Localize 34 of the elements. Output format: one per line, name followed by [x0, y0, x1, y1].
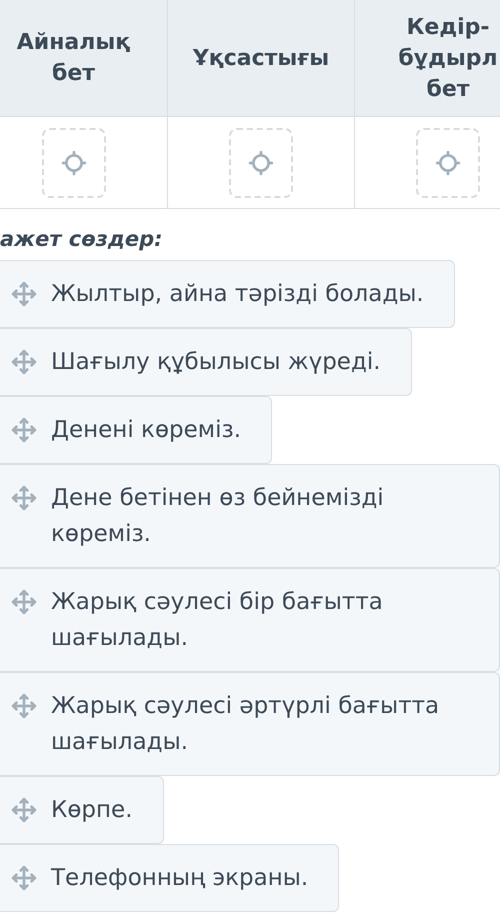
word-card[interactable]: Дене бетінен өз бейнемізді көреміз. [0, 464, 500, 568]
word-card-text: Жылтыр, айна тәрізді болады. [51, 280, 424, 309]
word-bank-heading: ажет сөздер: [0, 226, 164, 252]
word-card-text: Денені көреміз. [51, 416, 242, 445]
word-card-text: Көрпе. [51, 796, 132, 825]
word-card[interactable]: Жарық сәулесі әртүрлі бағытта шағылады. [0, 672, 500, 776]
word-card[interactable]: Шағылу құбылысы жүреді. [0, 328, 412, 396]
drop-zone[interactable] [229, 128, 293, 198]
word-card-text: Жарық сәулесі бір бағытта шағылады. [51, 588, 384, 653]
word-card-text: Жарық сәулесі әртүрлі бағытта шағылады. [51, 692, 440, 757]
word-card[interactable]: Телефонның экраны. [0, 844, 340, 912]
drop-zone[interactable] [416, 128, 480, 198]
drag-handle-icon [11, 281, 37, 307]
drag-handle-icon [11, 417, 37, 443]
drop-zone[interactable] [42, 128, 106, 198]
column-header: Айналық бет [0, 0, 167, 117]
drag-handle-icon [11, 349, 37, 375]
word-card-text: Телефонның экраны. [51, 864, 308, 893]
word-card-text: Дене бетінен өз бейнемізді көреміз. [51, 484, 385, 549]
word-card[interactable]: Жарық сәулесі бір бағытта шағылады. [0, 568, 500, 672]
drag-handle-icon [11, 865, 37, 891]
column-header: Кедір- бұдырл бет [354, 0, 500, 117]
target-icon [248, 150, 274, 176]
drag-handle-icon [11, 797, 37, 823]
word-card-text: Шағылу құбылысы жүреді. [51, 348, 381, 377]
drag-handle-icon [11, 485, 37, 511]
drag-handle-icon [11, 693, 37, 719]
drag-handle-icon [11, 589, 37, 615]
word-card[interactable]: Көрпе. [0, 776, 164, 844]
word-card[interactable]: Жылтыр, айна тәрізді болады. [0, 260, 455, 328]
word-card[interactable]: Денені көреміз. [0, 396, 272, 464]
target-icon [435, 150, 461, 176]
column-header: Ұқсастығы [167, 0, 354, 117]
target-icon [60, 150, 86, 176]
